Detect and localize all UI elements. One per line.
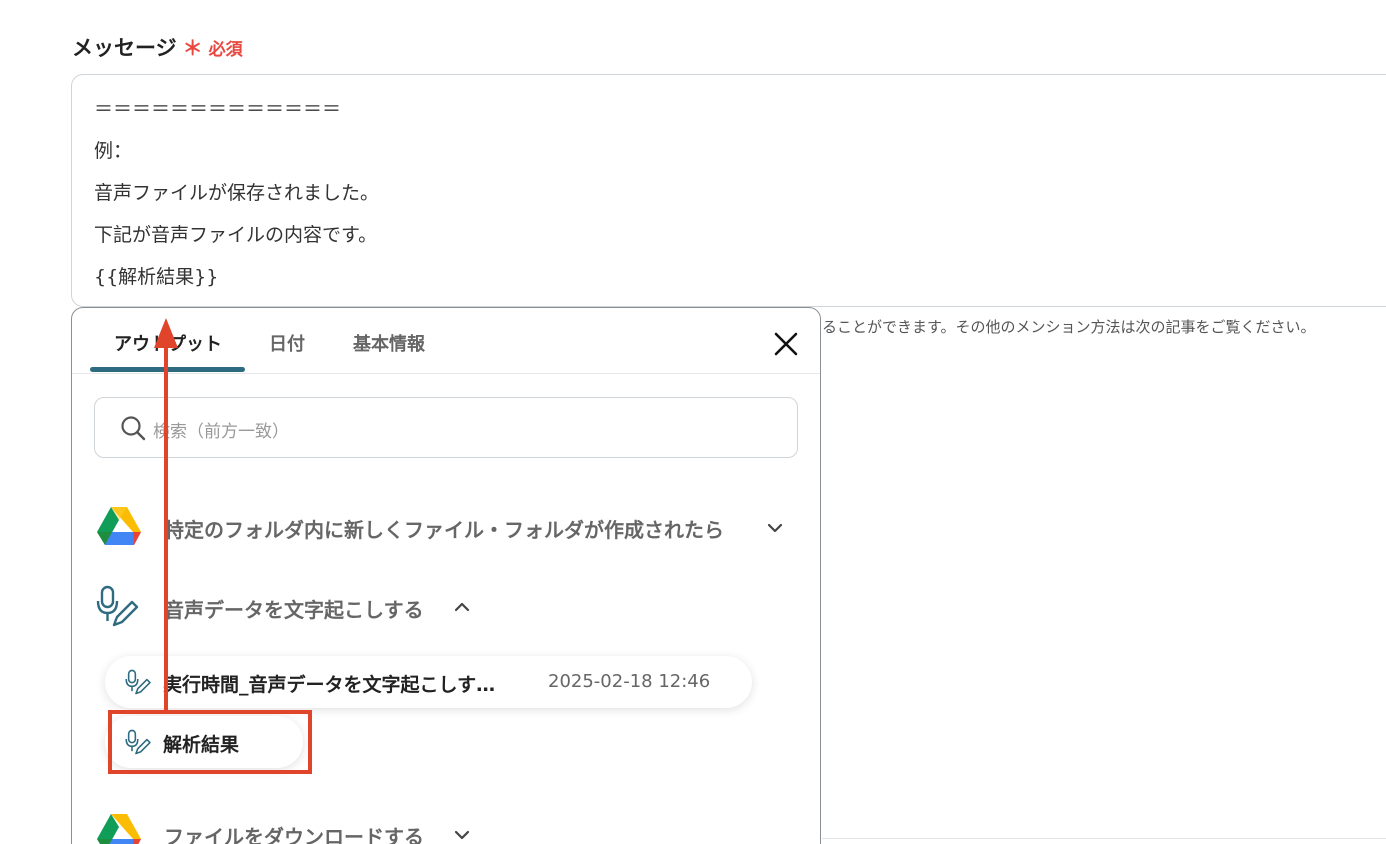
tab-date[interactable]: 日付 [269, 330, 305, 356]
output-item-execution-time[interactable]: 実行時間_音声データを文字起こしす… 2025-02-18 12:46 [105, 656, 752, 708]
required-text: 必須 [208, 40, 243, 60]
message-line: 例： [94, 140, 133, 162]
divider [822, 838, 1386, 839]
output-value: 2025-02-18 12:46 [548, 671, 711, 692]
message-line: 下記が音声ファイルの内容です。 [94, 224, 378, 246]
section-title: ファイルをダウンロードする [164, 825, 424, 844]
close-icon[interactable] [772, 330, 800, 358]
chevron-down-icon [454, 830, 470, 840]
chevron-up-icon [454, 602, 470, 612]
chevron-down-icon [767, 523, 783, 533]
section-download-file[interactable]: ファイルをダウンロードする [72, 803, 820, 844]
search-input[interactable]: 検索（前方一致） [94, 397, 798, 458]
tab-bar: アウトプット 日付 基本情報 [72, 308, 820, 374]
annotation-arrow-icon [154, 318, 178, 713]
search-icon [121, 416, 146, 441]
help-text: ることができます。その他のメンション方法は次の記事をご覧ください。 [822, 318, 1316, 336]
annotation-highlight-box [108, 710, 312, 774]
field-title: メッセージ [72, 36, 177, 60]
google-drive-icon [97, 507, 141, 545]
microphone-pen-icon [96, 585, 139, 627]
output-name: 実行時間_音声データを文字起こしす… [163, 674, 496, 696]
google-drive-icon [97, 814, 141, 844]
section-title: 音声データを文字起こしする [164, 598, 424, 622]
required-asterisk: ＊ [182, 36, 203, 60]
section-title: 特定のフォルダ内に新しくファイル・フォルダが作成されたら [164, 518, 724, 542]
section-folder-trigger[interactable]: 特定のフォルダ内に新しくファイル・フォルダが作成されたら [72, 496, 820, 556]
message-field-label: メッセージ ＊ 必須 [72, 32, 243, 62]
page: メッセージ ＊ 必須 ＝＝＝＝＝＝＝＝＝＝＝＝＝ 例： 音声ファイルが保存されま… [0, 0, 1386, 844]
tab-basic-info[interactable]: 基本情報 [353, 330, 425, 356]
message-textarea[interactable]: ＝＝＝＝＝＝＝＝＝＝＝＝＝ 例： 音声ファイルが保存されました。 下記が音声ファ… [71, 74, 1386, 307]
message-line: {{解析結果}} [94, 266, 219, 288]
section-transcribe[interactable]: 音声データを文字起こしする [72, 576, 820, 636]
message-line: 音声ファイルが保存されました。 [94, 182, 380, 204]
message-line: ＝＝＝＝＝＝＝＝＝＝＝＝＝ [94, 98, 342, 120]
microphone-pen-icon [125, 669, 151, 695]
